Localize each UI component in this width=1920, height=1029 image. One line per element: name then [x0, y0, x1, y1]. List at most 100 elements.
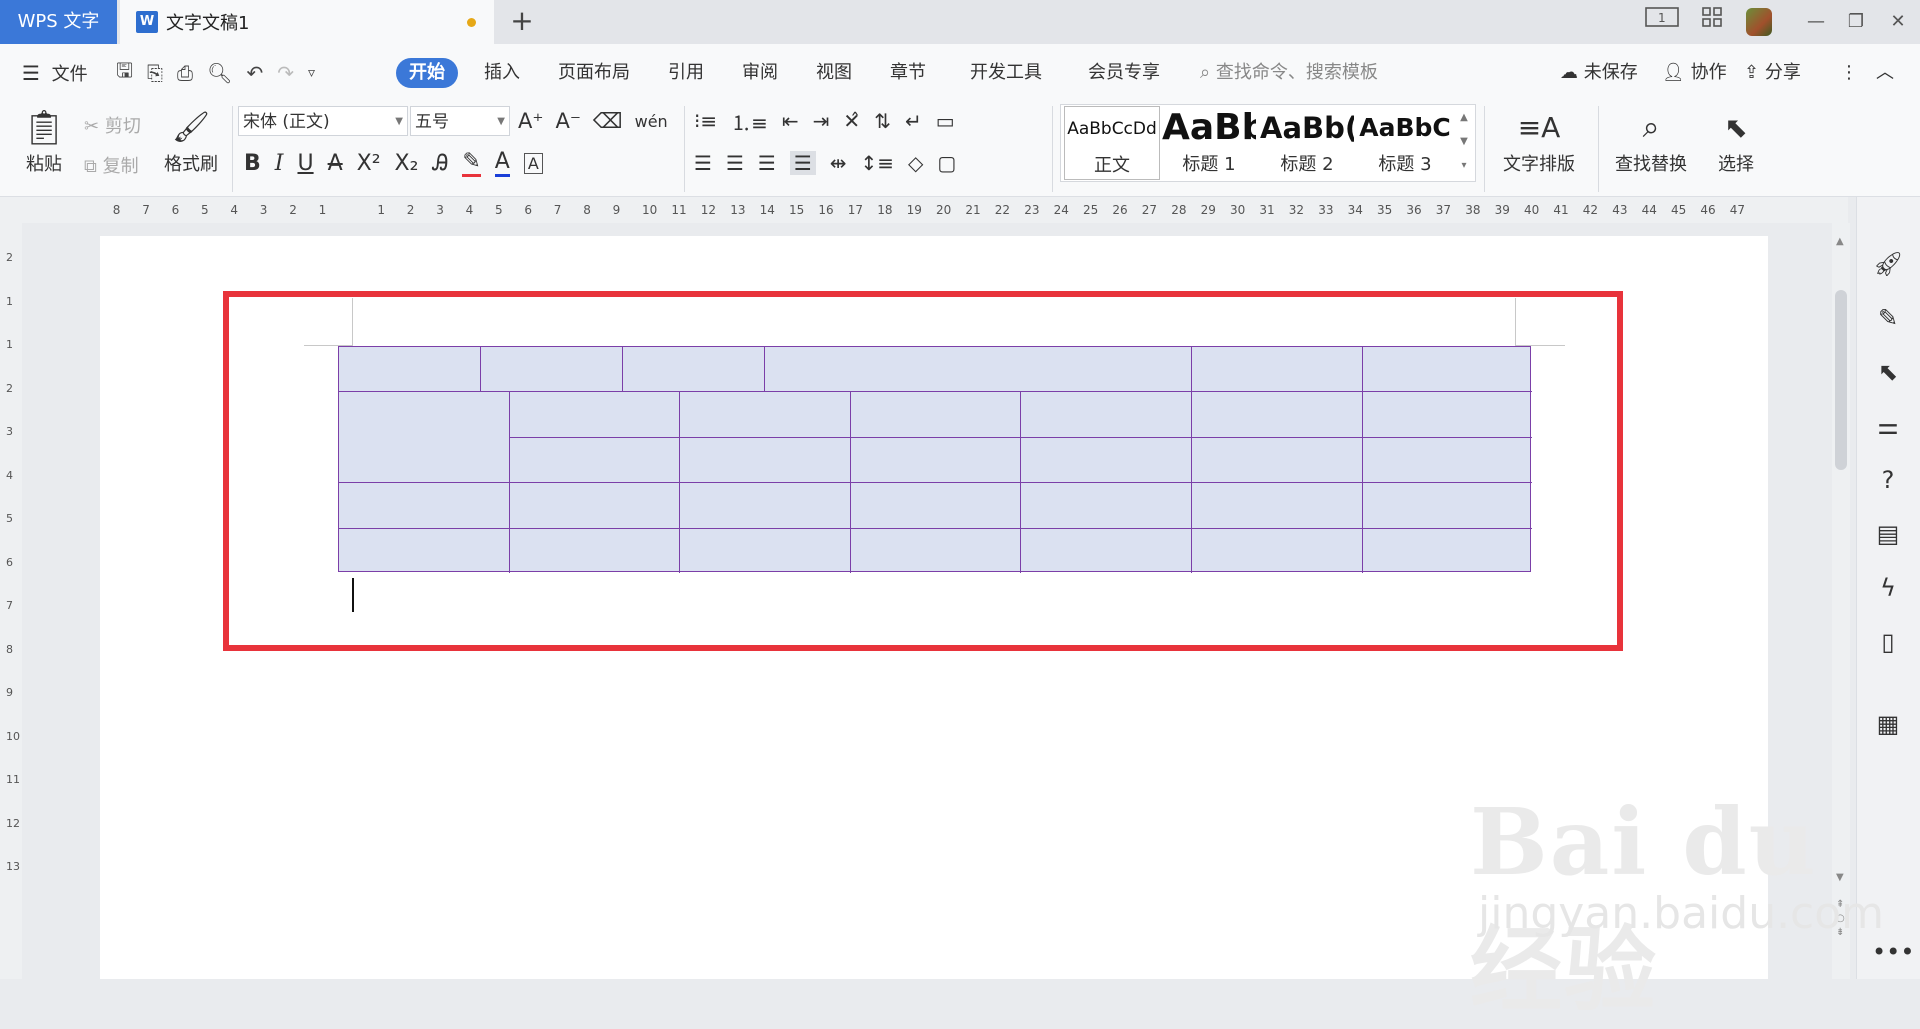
unsaved-label: 未保存	[1583, 62, 1638, 83]
tab-chapter[interactable]: 章节	[890, 60, 926, 86]
italic-icon[interactable]: I	[275, 151, 284, 176]
rocket-icon[interactable]: 🚀︎	[1872, 248, 1904, 280]
print-preview-icon[interactable]: 🔍︎	[207, 61, 232, 85]
superscript-icon[interactable]: X²	[357, 151, 381, 176]
char-border-icon[interactable]: A	[523, 152, 543, 174]
align-right-icon[interactable]: ☰	[758, 151, 776, 175]
font-color-icon[interactable]: A	[494, 149, 510, 177]
strikethrough-icon[interactable]: A	[328, 151, 343, 176]
paste-label: 粘贴	[26, 154, 62, 175]
tab-review[interactable]: 审阅	[742, 60, 778, 86]
tab-page-layout[interactable]: 页面布局	[558, 60, 630, 86]
style-heading-3[interactable]: AaBbC 标题 3	[1358, 106, 1452, 178]
document-tab[interactable]: W 文字文稿1	[120, 0, 494, 44]
redo-icon[interactable]: ↷	[277, 61, 294, 85]
phonetic-guide-icon[interactable]: wén	[635, 112, 668, 131]
book-icon[interactable]: ▯	[1872, 626, 1904, 658]
grow-font-icon[interactable]: A⁺	[518, 109, 543, 133]
font-name-select[interactable]: 宋体 (正文) ▼	[238, 106, 408, 136]
vertical-ruler[interactable]: 2 1 1 2 3 4 5 6 7 8 9 10 11 12 13	[0, 223, 22, 979]
style-heading-1[interactable]: AaBb 标题 1	[1162, 106, 1256, 178]
table-tools-icon[interactable]: ▦	[1872, 708, 1904, 740]
align-left-icon[interactable]: ☰	[694, 151, 712, 175]
lightning-icon[interactable]: ϟ	[1872, 572, 1904, 604]
select-button[interactable]: ⬉ 选择	[1706, 106, 1766, 186]
find-replace-button[interactable]: ⌕ 查找替换	[1606, 106, 1696, 186]
format-painter-button[interactable]: 🖌︎ 格式刷	[160, 106, 222, 186]
text-effect-icon[interactable]: Ꭿ	[432, 151, 448, 176]
subscript-icon[interactable]: X₂	[395, 151, 419, 176]
scroll-down-icon[interactable]: ▼	[1836, 872, 1844, 883]
ruler-tick-label: 18	[877, 203, 893, 217]
shading-icon[interactable]: ◇	[908, 151, 923, 175]
ruler-tick-label: 1	[377, 203, 386, 217]
share-label: 分享	[1764, 62, 1801, 83]
print-icon[interactable]: ⎙	[177, 61, 193, 85]
font-size-select[interactable]: 五号 ▼	[410, 106, 510, 136]
find-replace-label: 查找替换	[1615, 154, 1687, 175]
justify-icon[interactable]: ☰	[789, 151, 816, 175]
ruler-tick-label: 33	[1318, 203, 1334, 217]
tab-developer[interactable]: 开发工具	[970, 60, 1042, 86]
more-menu-icon[interactable]: ⋮	[1840, 60, 1858, 86]
borders-icon[interactable]: ▢	[937, 151, 956, 175]
shrink-font-icon[interactable]: A⁻	[555, 109, 580, 133]
underline-icon[interactable]: U	[297, 151, 313, 176]
collapse-ribbon-icon[interactable]: ︿	[1876, 60, 1894, 86]
collaborate-button[interactable]: 👤︎ 协作	[1662, 60, 1727, 86]
numbered-list-icon[interactable]: ⒈≡	[731, 107, 768, 136]
template-icon[interactable]: ▤	[1872, 518, 1904, 550]
bullet-list-icon[interactable]: ⁝≡	[694, 109, 717, 133]
save-icon[interactable]: 🖫	[116, 56, 133, 90]
help-icon[interactable]: ?	[1872, 464, 1904, 496]
more-icon[interactable]: •••	[1872, 936, 1914, 968]
highlight-icon[interactable]: ✎	[462, 149, 481, 177]
distributed-icon[interactable]: ⇹	[830, 151, 847, 175]
pointer-icon[interactable]: ⬉	[1872, 356, 1904, 388]
cut-button[interactable]: ✂ 剪切	[84, 112, 141, 138]
chinese-layout-icon[interactable]: ✕̂	[843, 109, 860, 133]
app-tab[interactable]: WPS 文字	[0, 0, 117, 44]
paste-button[interactable]: 📋︎ 粘贴	[18, 106, 70, 186]
tab-view[interactable]: 视图	[816, 60, 852, 86]
command-search[interactable]: ⌕ 查找命令、搜索模板	[1200, 60, 1378, 86]
share-button[interactable]: ⇪ 分享	[1744, 60, 1801, 86]
new-tab-button[interactable]: +	[504, 6, 540, 38]
customize-dropdown-icon[interactable]: ▿	[308, 65, 315, 81]
collaborate-label: 协作	[1690, 62, 1727, 83]
horizontal-ruler[interactable]: 8 7 6 5 4 3 2 1 1 2 3 4 5 6 7 8 9 10 11 12 13 14 15 16 17 18 19 20 2…	[0, 197, 1848, 223]
clear-format-icon[interactable]: ⌫	[593, 109, 623, 133]
bold-icon[interactable]: B	[244, 151, 261, 176]
line-spacing-icon[interactable]: ↕≡	[861, 151, 895, 175]
decrease-indent-icon[interactable]: ⇤	[782, 109, 799, 133]
tab-member[interactable]: 会员专享	[1088, 60, 1160, 86]
tab-references[interactable]: 引用	[668, 60, 704, 86]
scrollbar-thumb[interactable]	[1835, 290, 1847, 470]
minimize-icon[interactable]: —	[1796, 6, 1836, 38]
file-menu[interactable]: ☰ 文件	[22, 60, 88, 86]
text-layout-icon: ≡A	[1517, 111, 1561, 144]
grid-apps-icon[interactable]	[1692, 6, 1732, 38]
user-avatar[interactable]	[1746, 8, 1772, 36]
page-layout-icon[interactable]: 1	[1642, 6, 1682, 38]
unsaved-status[interactable]: ☁ 未保存	[1560, 60, 1638, 86]
tab-insert[interactable]: 插入	[484, 60, 520, 86]
export-pdf-icon[interactable]: ⎘	[147, 61, 163, 85]
tab-start[interactable]: 开始	[396, 58, 458, 88]
show-marks-icon[interactable]: ↵	[905, 109, 922, 133]
restore-icon[interactable]: ❐	[1836, 6, 1876, 38]
style-gallery-scroll[interactable]: ▲ ▼ ▾	[1456, 106, 1472, 178]
sort-icon[interactable]: ⇅	[874, 109, 891, 133]
undo-icon[interactable]: ↶	[246, 61, 263, 85]
pen-icon[interactable]: ✎	[1872, 302, 1904, 334]
style-heading-2[interactable]: AaBb( 标题 2	[1260, 106, 1354, 178]
increase-indent-icon[interactable]: ⇥	[813, 109, 830, 133]
close-icon[interactable]: ✕	[1878, 6, 1918, 38]
ruler-toggle-icon[interactable]: ▭	[936, 109, 955, 133]
align-center-icon[interactable]: ☰	[726, 151, 744, 175]
adjust-sliders-icon[interactable]: ⚌	[1872, 410, 1904, 442]
scroll-up-icon[interactable]: ▲	[1836, 236, 1844, 247]
style-normal[interactable]: AaBbCcDd 正文	[1064, 106, 1160, 180]
copy-button[interactable]: ⧉ 复制	[84, 152, 139, 178]
text-layout-button[interactable]: ≡A 文字排版	[1494, 106, 1584, 186]
